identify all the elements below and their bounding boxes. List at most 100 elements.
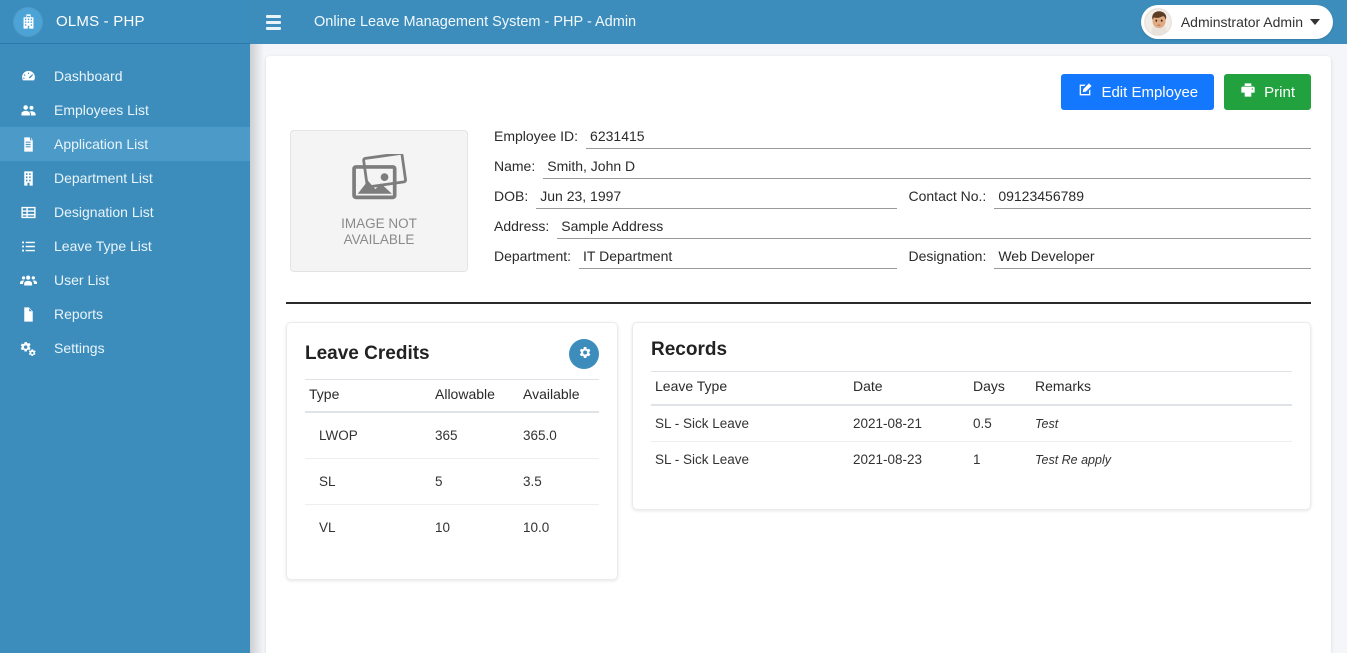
cell-remarks: Test [1031,405,1292,442]
col-leave-type: Leave Type [651,372,849,406]
cell-available: 3.5 [519,459,599,505]
section-divider [286,302,1311,304]
cell-available: 365.0 [519,412,599,459]
leave-credits-header: Leave Credits [305,339,599,369]
sidebar-item-designation-list[interactable]: Designation List [0,195,250,229]
gear-icon [577,345,592,363]
col-available: Available [519,380,599,413]
edit-employee-label: Edit Employee [1101,84,1198,101]
sidebar-item-reports[interactable]: Reports [0,297,250,331]
field-department: Department: IT Department [494,248,897,271]
sidebar-item-label: Dashboard [54,68,123,84]
sidebar-item-label: Designation List [54,204,154,220]
sidebar-item-application-list[interactable]: Application List [0,127,250,161]
field-row-employee-id: Employee ID: 6231415 [494,128,1311,151]
leave-credits-tbody: LWOP 365 365.0 SL 5 3.5 VL 1 [305,412,599,550]
sidebar-item-settings[interactable]: Settings [0,331,250,365]
edit-employee-button[interactable]: Edit Employee [1061,74,1214,110]
users-icon [20,102,46,119]
brand[interactable]: OLMS - PHP [0,0,250,44]
building-icon [20,170,46,187]
col-days: Days [969,372,1031,406]
print-label: Print [1264,84,1295,101]
table-header-row: Type Allowable Available [305,380,599,413]
cell-type: SL [305,459,431,505]
field-name: Name: Smith, John D [494,158,1311,181]
photo-line-2: AVAILABLE [341,232,417,248]
hamburger-icon[interactable] [250,0,296,44]
col-date: Date [849,372,969,406]
cell-allowable: 365 [431,412,519,459]
list-ul-icon [20,238,46,255]
sidebar-item-label: Leave Type List [54,238,152,254]
table-row: SL 5 3.5 [305,459,599,505]
field-dob: DOB: Jun 23, 1997 [494,188,897,211]
cell-allowable: 5 [431,459,519,505]
field-designation: Designation: Web Developer [909,248,1312,271]
photo-placeholder-text: IMAGE NOT AVAILABLE [341,216,417,248]
printer-icon [1240,82,1256,102]
cell-days: 1 [969,442,1031,478]
table-row: SL - Sick Leave 2021-08-23 1 Test Re app… [651,442,1292,478]
field-row-name: Name: Smith, John D [494,158,1311,181]
field-row-department-designation: Department: IT Department Designation: W… [494,248,1311,271]
cell-type: LWOP [305,412,431,459]
field-address: Address: Sample Address [494,218,1311,241]
table-icon [20,204,46,221]
dob-value: Jun 23, 1997 [536,188,896,209]
leave-credits-title: Leave Credits [305,343,430,365]
contact-value: 09123456789 [994,188,1311,209]
page-title: Online Leave Management System - PHP - A… [314,14,636,30]
dashboard-icon [20,68,46,85]
avatar [1144,8,1172,36]
col-remarks: Remarks [1031,372,1292,406]
designation-value: Web Developer [994,248,1311,269]
sidebar-item-employees-list[interactable]: Employees List [0,93,250,127]
pencil-square-icon [1077,82,1093,102]
cell-leave-type: SL - Sick Leave [651,405,849,442]
name-label: Name: [494,158,535,178]
cell-type: VL [305,505,431,551]
records-table: Leave Type Date Days Remarks SL - Sick L… [651,371,1292,477]
records-panel: Records Leave Type Date Days Remarks [632,322,1311,510]
top-header: Online Leave Management System - PHP - A… [250,0,1347,44]
address-value: Sample Address [557,218,1311,239]
records-thead: Leave Type Date Days Remarks [651,372,1292,406]
photo-line-1: IMAGE NOT [341,216,417,232]
cell-remarks: Test Re apply [1031,442,1292,478]
image-placeholder-icon [349,154,409,207]
sidebar-item-label: User List [54,272,109,288]
content-area: Edit Employee Print [250,44,1347,653]
records-header: Records [651,339,1292,361]
leave-credits-table: Type Allowable Available LWOP 365 365.0 [305,379,599,550]
employee-photo-placeholder: IMAGE NOT AVAILABLE [290,130,468,272]
cell-available: 10.0 [519,505,599,551]
designation-label: Designation: [909,248,987,268]
cell-allowable: 10 [431,505,519,551]
department-value: IT Department [579,248,896,269]
sidebar-item-user-list[interactable]: User List [0,263,250,297]
leave-credits-panel: Leave Credits Type Allowable [286,322,618,580]
records-title: Records [651,339,727,361]
cell-days: 0.5 [969,405,1031,442]
field-contact: Contact No.: 09123456789 [909,188,1312,211]
hospital-building-icon [14,8,42,36]
records-tbody: SL - Sick Leave 2021-08-21 0.5 Test SL -… [651,405,1292,477]
table-row: LWOP 365 365.0 [305,412,599,459]
name-value: Smith, John D [543,158,1311,179]
employee-detail-card: Edit Employee Print [266,56,1331,653]
employee-id-label: Employee ID: [494,128,578,148]
caret-down-icon [1310,19,1320,25]
table-header-row: Leave Type Date Days Remarks [651,372,1292,406]
sidebar-shadow [250,0,264,653]
user-menu-dropdown[interactable]: Adminstrator Admin [1141,5,1333,39]
file-text-icon [20,136,46,153]
sidebar-item-dashboard[interactable]: Dashboard [0,59,250,93]
employee-fields: Employee ID: 6231415 Name: Smith, John D… [494,128,1311,278]
col-allowable: Allowable [431,380,519,413]
sidebar-item-department-list[interactable]: Department List [0,161,250,195]
sidebar-item-leave-type-list[interactable]: Leave Type List [0,229,250,263]
leave-credits-settings-button[interactable] [569,339,599,369]
sidebar-nav: Dashboard Employees List Application Lis… [0,59,250,365]
print-button[interactable]: Print [1224,74,1311,110]
